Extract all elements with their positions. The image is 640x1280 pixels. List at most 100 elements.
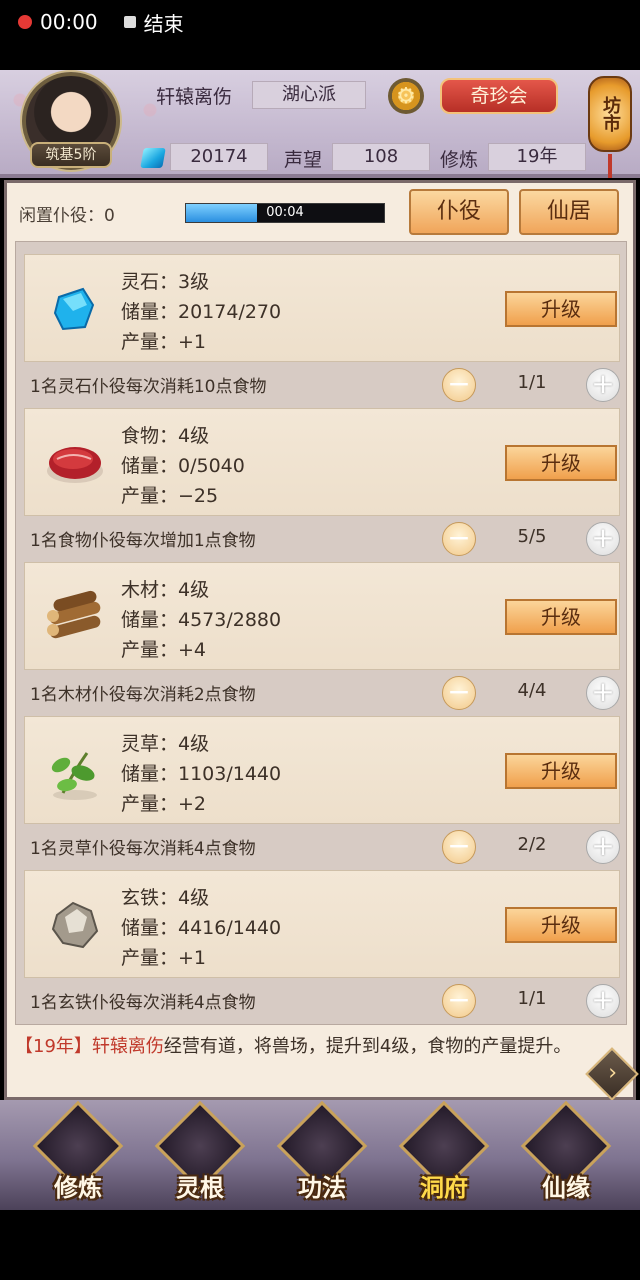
- nav-item-cave-abode[interactable]: 洞府: [396, 1100, 492, 1204]
- idle-servants: 闲置仆役：0: [19, 206, 115, 226]
- upgrade-button[interactable]: 升级: [505, 291, 617, 327]
- chevron-right-icon: ›: [608, 1060, 618, 1086]
- cultivation-value: 19年: [488, 143, 586, 171]
- log-actor: 轩辕离伤: [91, 1036, 164, 1057]
- timer-progress-bar: 00:04: [185, 203, 385, 223]
- servant-count: 2/2: [517, 834, 547, 855]
- recording-time: 00:00: [40, 10, 98, 34]
- resource-storage: 储量：4573/2880: [121, 609, 282, 631]
- resource-level: 灵草：4级: [121, 733, 210, 755]
- upgrade-button[interactable]: 升级: [505, 445, 617, 481]
- servant-note: 1名木材仆役每次消耗2点食物: [30, 685, 256, 705]
- resource-output: 产量：+2: [121, 793, 207, 815]
- resource-card-food: 食物：4级 储量：0/5040 产量：−25 升级: [24, 408, 620, 516]
- iron-ore-icon: [51, 901, 99, 949]
- app-screen: 00:00 结束 筑基5阶 轩辕离伤 湖心派 ⚙ 奇珍会 坊市 20174 声望…: [0, 0, 640, 1280]
- remove-servant-button[interactable]: −: [442, 984, 476, 1018]
- spirit-stone-count: 20174: [170, 143, 268, 171]
- add-servant-button[interactable]: +: [586, 830, 620, 864]
- end-recording-label[interactable]: 结束: [144, 8, 184, 37]
- resource-level: 木材：4级: [121, 579, 210, 601]
- timer-text: 00:04: [266, 205, 304, 220]
- cave-abode-panel: 闲置仆役：0 00:04 仆役 仙居 灵石：3级 储量：20174/270 产量…: [4, 180, 639, 1101]
- nav-label: 修炼: [54, 1174, 102, 1202]
- add-servant-button[interactable]: +: [586, 522, 620, 556]
- nav-label: 仙缘: [542, 1174, 590, 1202]
- resource-level: 食物：4级: [121, 425, 210, 447]
- resource-level: 玄铁：4级: [121, 887, 210, 909]
- remove-servant-button[interactable]: −: [442, 676, 476, 710]
- player-name: 轩辕离伤: [156, 86, 233, 108]
- resource-level: 灵石：3级: [121, 271, 210, 293]
- servant-row-spirit-stone: 1名灵石仆役每次消耗10点食物 − 1/1 +: [16, 362, 628, 406]
- resource-output: 产量：−25: [121, 485, 219, 507]
- remove-servant-button[interactable]: −: [442, 368, 476, 402]
- servant-row-food: 1名食物仆役每次增加1点食物 − 5/5 +: [16, 516, 628, 560]
- servant-row-iron: 1名玄铁仆役每次消耗4点食物 − 1/1 +: [16, 978, 628, 1022]
- resource-storage: 储量：1103/1440: [121, 763, 282, 785]
- event-log: 【19年】轩辕离伤经营有道，将兽场，提升到4级，食物的产量提升。: [15, 1033, 595, 1061]
- add-servant-button[interactable]: +: [586, 984, 620, 1018]
- cultivation-label: 修炼: [440, 149, 479, 171]
- resource-card-herb: 灵草：4级 储量：1103/1440 产量：+2 升级: [24, 716, 620, 824]
- market-lantern[interactable]: 坊市: [584, 70, 636, 180]
- herb-icon: [51, 752, 97, 800]
- sect-name: 湖心派: [252, 81, 366, 109]
- resource-output: 产量：+4: [121, 639, 207, 661]
- wood-logs-icon: [47, 590, 101, 639]
- nav-item-technique[interactable]: 功法: [274, 1100, 370, 1204]
- servant-count: 1/1: [517, 372, 547, 393]
- servant-count: 1/1: [517, 988, 547, 1009]
- resource-output: 产量：+1: [121, 331, 207, 353]
- servant-button[interactable]: 仆役: [409, 189, 509, 235]
- resource-storage: 储量：4416/1440: [121, 917, 282, 939]
- bottom-nav: 修炼 灵根 功法 洞府 仙缘: [0, 1100, 640, 1210]
- nav-item-fate[interactable]: 仙缘: [518, 1100, 614, 1204]
- treasure-market-button[interactable]: 奇珍会: [440, 78, 558, 114]
- nav-label: 功法: [298, 1174, 346, 1202]
- servant-count: 5/5: [517, 526, 547, 547]
- spirit-stone-icon: [53, 287, 95, 331]
- resource-output: 产量：+1: [121, 947, 207, 969]
- servant-note: 1名食物仆役每次增加1点食物: [30, 531, 256, 551]
- resource-card-iron: 玄铁：4级 储量：4416/1440 产量：+1 升级: [24, 870, 620, 978]
- resource-list[interactable]: 灵石：3级 储量：20174/270 产量：+1 升级 1名灵石仆役每次消耗10…: [15, 241, 627, 1025]
- remove-servant-button[interactable]: −: [442, 522, 476, 556]
- add-servant-button[interactable]: +: [586, 676, 620, 710]
- resource-storage: 储量：20174/270: [121, 301, 282, 323]
- add-servant-button[interactable]: +: [586, 368, 620, 402]
- rank-badge: 筑基5阶: [30, 142, 112, 168]
- recording-dot-icon: [18, 15, 32, 29]
- gear-icon[interactable]: ⚙: [388, 78, 424, 114]
- upgrade-button[interactable]: 升级: [505, 753, 617, 789]
- spirit-stone-icon: [140, 148, 166, 168]
- servant-note: 1名灵草仆役每次消耗4点食物: [30, 839, 256, 859]
- log-text: 经营有道，将兽场，提升到4级，食物的产量提升。: [163, 1036, 572, 1057]
- resource-storage: 储量：0/5040: [121, 455, 245, 477]
- nav-item-cultivate[interactable]: 修炼: [30, 1100, 126, 1204]
- log-year: 19年: [33, 1036, 74, 1057]
- servant-row-wood: 1名木材仆役每次消耗2点食物 − 4/4 +: [16, 670, 628, 714]
- residence-button[interactable]: 仙居: [519, 189, 619, 235]
- meat-icon: [47, 447, 103, 483]
- nav-label: 洞府: [420, 1174, 468, 1202]
- servant-note: 1名灵石仆役每次消耗10点食物: [30, 377, 267, 397]
- servant-count: 4/4: [517, 680, 547, 701]
- upgrade-button[interactable]: 升级: [505, 599, 617, 635]
- servant-note: 1名玄铁仆役每次消耗4点食物: [30, 993, 256, 1013]
- lantern-tassel: [608, 154, 612, 178]
- reputation-value: 108: [332, 143, 430, 171]
- upgrade-button[interactable]: 升级: [505, 907, 617, 943]
- resource-card-wood: 木材：4级 储量：4573/2880 产量：+4 升级: [24, 562, 620, 670]
- lantern-icon: 坊市: [588, 76, 632, 152]
- log-bracket-open: 【: [15, 1036, 33, 1057]
- resource-card-spirit-stone: 灵石：3级 储量：20174/270 产量：+1 升级: [24, 254, 620, 362]
- log-bracket-close: 】: [73, 1036, 92, 1057]
- remove-servant-button[interactable]: −: [442, 830, 476, 864]
- reputation-label: 声望: [284, 149, 323, 171]
- servant-row-herb: 1名灵草仆役每次消耗4点食物 − 2/2 +: [16, 824, 628, 868]
- nav-label: 灵根: [176, 1174, 224, 1202]
- status-bar: 00:00 结束: [0, 0, 640, 44]
- stop-icon[interactable]: [123, 16, 136, 28]
- nav-item-spirit-root[interactable]: 灵根: [152, 1100, 248, 1204]
